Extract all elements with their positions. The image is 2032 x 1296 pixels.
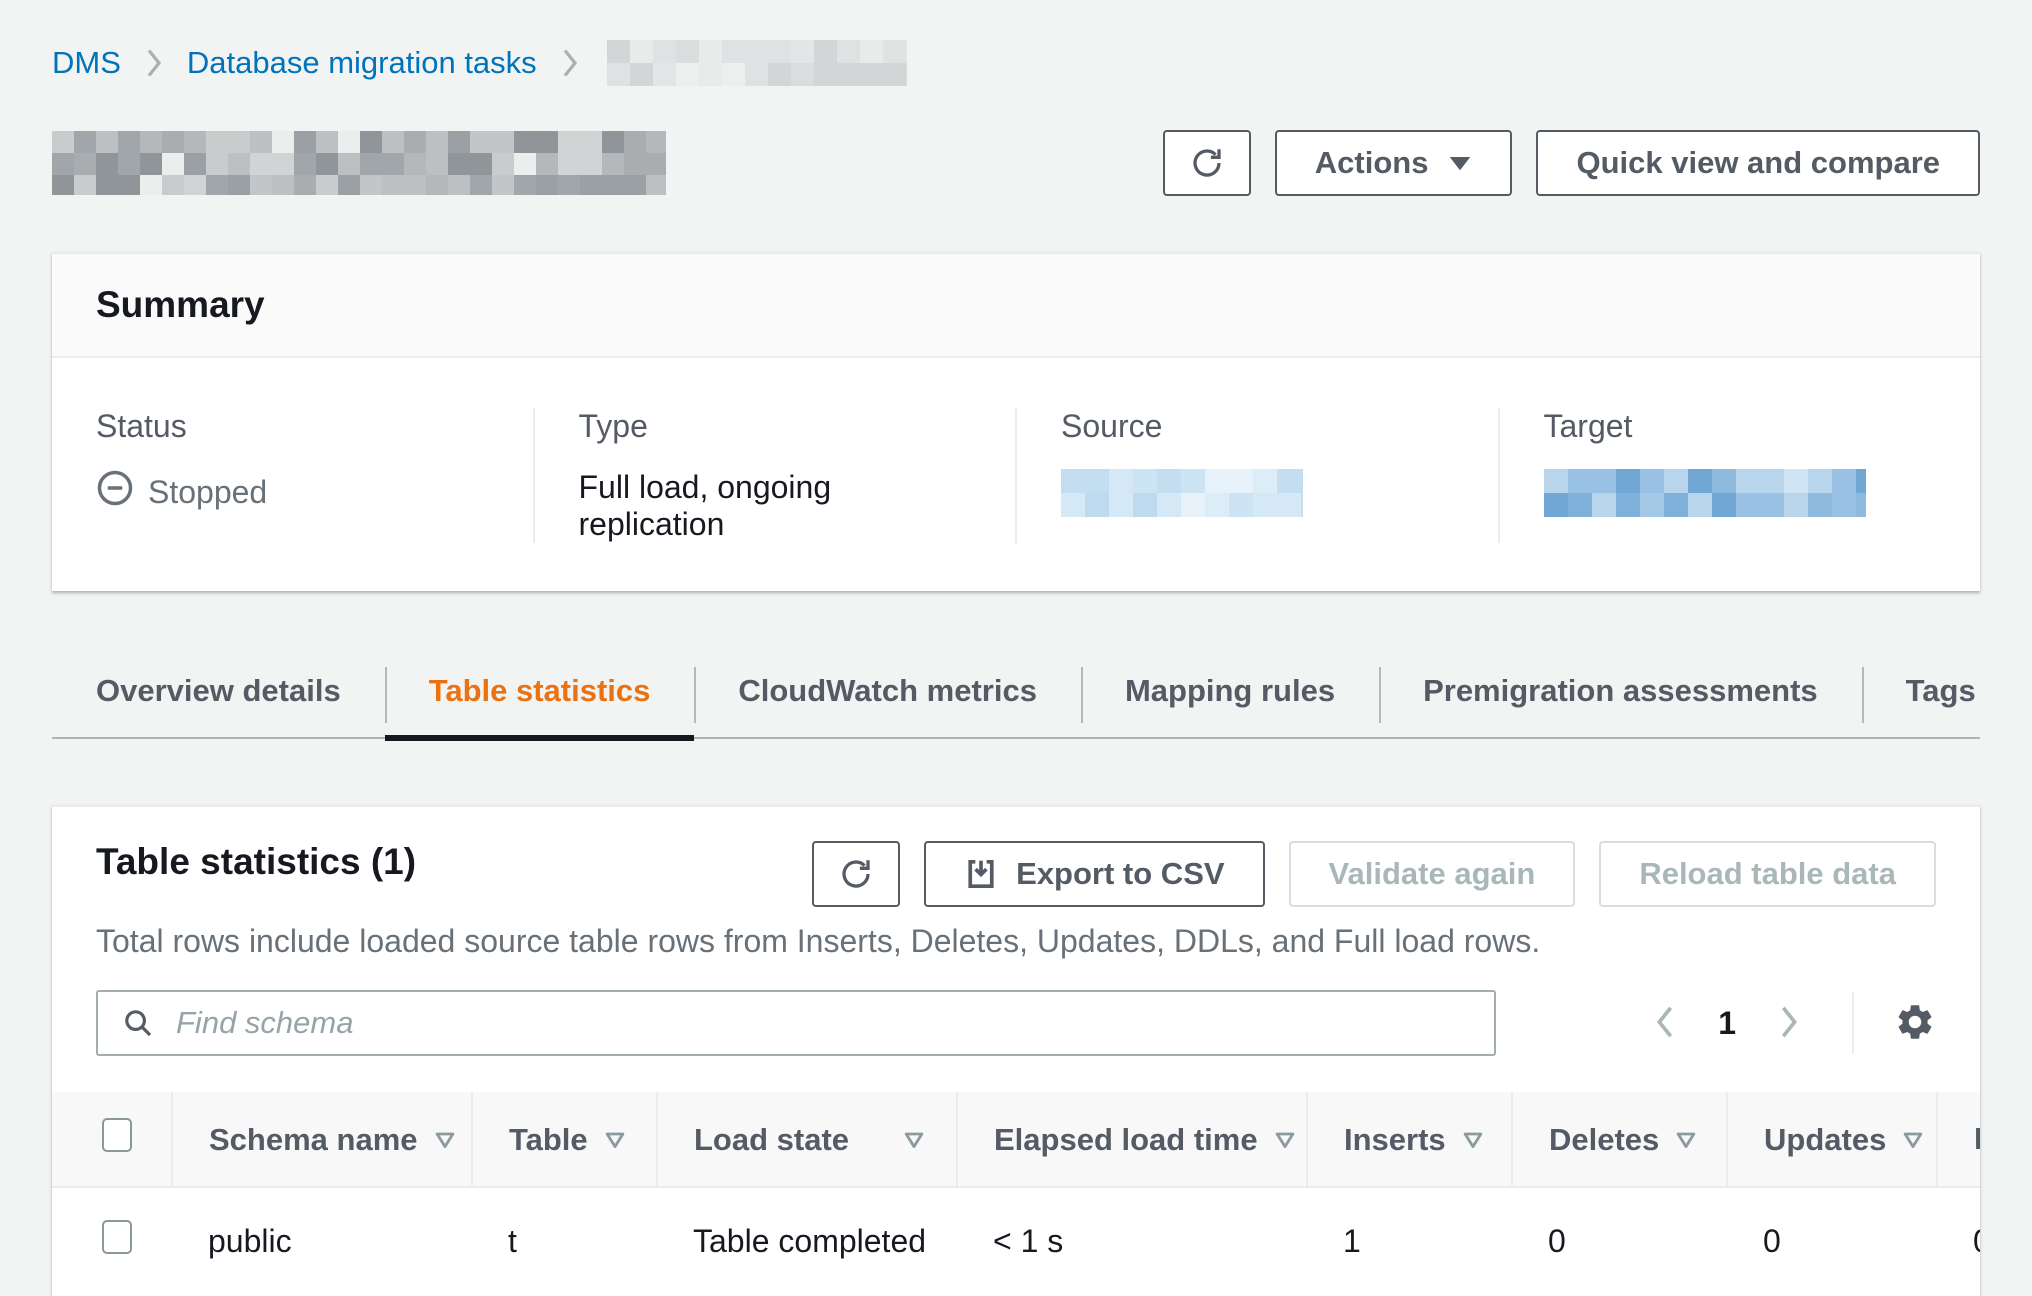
- caret-down-icon: [1448, 154, 1472, 172]
- row-checkbox[interactable]: [102, 1220, 132, 1254]
- column-header-load-state[interactable]: Load state: [657, 1092, 957, 1187]
- column-header-inserts[interactable]: Inserts: [1307, 1092, 1512, 1187]
- search-input[interactable]: [96, 990, 1496, 1056]
- summary-panel: Summary Status Stopped Type Full load, o…: [52, 252, 1980, 591]
- sort-icon: [604, 1121, 626, 1157]
- status-value: Stopped: [96, 469, 489, 515]
- dms-task-page: DMS Database migration tasks Actions: [0, 0, 2032, 1296]
- chevron-right-icon: [1778, 1005, 1800, 1042]
- reload-table-data-button[interactable]: Reload table data: [1599, 841, 1936, 907]
- table-statistics-panel: Table statistics (1) Export to: [52, 805, 1980, 1296]
- preferences-button[interactable]: [1894, 1001, 1936, 1046]
- download-icon: [964, 857, 998, 891]
- table-actions: Export to CSV Validate again Reload tabl…: [812, 841, 1936, 907]
- column-header-elapsed-load-time[interactable]: Elapsed load time: [957, 1092, 1307, 1187]
- tab-tags[interactable]: Tags: [1862, 657, 2020, 737]
- summary-field-status: Status Stopped: [52, 408, 533, 543]
- cell-load-state: Table completed: [657, 1187, 957, 1296]
- header-actions: Actions Quick view and compare: [1163, 130, 1980, 196]
- chevron-right-icon: [559, 48, 581, 78]
- page-header: Actions Quick view and compare: [52, 130, 1980, 196]
- summary-field-target: Target: [1498, 408, 1981, 543]
- tab-table-statistics[interactable]: Table statistics: [385, 657, 695, 737]
- table-statistics-description: Total rows include loaded source table r…: [52, 907, 1980, 960]
- type-value: Full load, ongoing replication: [579, 469, 972, 543]
- validate-again-button[interactable]: Validate again: [1289, 841, 1576, 907]
- select-all-checkbox[interactable]: [102, 1118, 132, 1152]
- gear-icon: [1894, 1001, 1936, 1046]
- cell-updates: 0: [1727, 1187, 1937, 1296]
- sort-icon: [1902, 1121, 1924, 1157]
- tab-premigration-assessments[interactable]: Premigration assessments: [1379, 657, 1862, 737]
- breadcrumb-link-tasks[interactable]: Database migration tasks: [187, 45, 537, 81]
- table-refresh-button[interactable]: [812, 841, 900, 907]
- cell-elapsed-load-time: < 1 s: [957, 1187, 1307, 1296]
- current-page-number: 1: [1718, 1005, 1736, 1042]
- sort-icon: [434, 1121, 456, 1157]
- cell-inserts: 1: [1307, 1187, 1512, 1296]
- sort-icon: [1675, 1121, 1697, 1157]
- sort-icon: [903, 1121, 925, 1157]
- source-value-redacted: [1061, 469, 1303, 517]
- target-value-redacted: [1544, 469, 1866, 517]
- cell-table: t: [472, 1187, 657, 1296]
- column-header-updates[interactable]: Updates: [1727, 1092, 1937, 1187]
- summary-field-type: Type Full load, ongoing replication: [533, 408, 1016, 543]
- column-header-ddls[interactable]: DDLs: [1937, 1092, 1980, 1187]
- next-page-button[interactable]: [1770, 997, 1808, 1050]
- column-header-schema-name[interactable]: Schema name: [172, 1092, 472, 1187]
- breadcrumb-link-dms[interactable]: DMS: [52, 45, 121, 81]
- summary-body: Status Stopped Type Full load, ongoing r…: [52, 358, 1980, 591]
- tab-mapping-rules[interactable]: Mapping rules: [1081, 657, 1379, 737]
- column-header-deletes[interactable]: Deletes: [1512, 1092, 1727, 1187]
- field-label: Status: [96, 408, 489, 445]
- field-label: Source: [1061, 408, 1454, 445]
- cell-schema-name: public: [172, 1187, 472, 1296]
- stopped-icon: [96, 469, 148, 515]
- sort-icon: [1274, 1121, 1296, 1157]
- table-statistics-table: Schema name Table Load state Elapsed loa…: [52, 1092, 1980, 1296]
- summary-panel-header: Summary: [52, 254, 1980, 358]
- chevron-left-icon: [1654, 1005, 1676, 1042]
- field-label: Target: [1544, 408, 1937, 445]
- tab-cloudwatch-metrics[interactable]: CloudWatch metrics: [694, 657, 1081, 737]
- field-label: Type: [579, 408, 972, 445]
- breadcrumb: DMS Database migration tasks: [52, 40, 1980, 86]
- refresh-button[interactable]: [1163, 130, 1251, 196]
- export-csv-button[interactable]: Export to CSV: [924, 841, 1264, 907]
- pagination: 1: [1646, 997, 1808, 1050]
- cell-deletes: 0: [1512, 1187, 1727, 1296]
- chevron-right-icon: [143, 48, 165, 78]
- refresh-icon: [838, 856, 874, 892]
- actions-button[interactable]: Actions: [1275, 130, 1513, 196]
- sort-icon: [1462, 1121, 1484, 1157]
- summary-title: Summary: [96, 284, 1936, 326]
- summary-field-source: Source: [1015, 408, 1498, 543]
- tab-bar: Overview details Table statistics CloudW…: [52, 657, 1980, 739]
- table-row: public t Table completed < 1 s 1 0 0 0: [52, 1187, 1980, 1296]
- previous-page-button[interactable]: [1646, 997, 1684, 1050]
- table-header-row: Schema name Table Load state Elapsed loa…: [52, 1092, 1980, 1187]
- schema-search: [96, 990, 1496, 1056]
- tab-overview-details[interactable]: Overview details: [52, 657, 385, 737]
- table-statistics-title: Table statistics (1): [96, 841, 416, 883]
- cell-ddls: 0: [1937, 1187, 1980, 1296]
- page-title-redacted: [52, 131, 666, 195]
- quick-view-compare-button[interactable]: Quick view and compare: [1536, 130, 1980, 196]
- breadcrumb-current-redacted: [607, 40, 907, 86]
- refresh-icon: [1189, 145, 1225, 181]
- table-toolbar: 1: [52, 960, 1980, 1092]
- toolbar-divider: [1852, 992, 1854, 1054]
- column-header-table[interactable]: Table: [472, 1092, 657, 1187]
